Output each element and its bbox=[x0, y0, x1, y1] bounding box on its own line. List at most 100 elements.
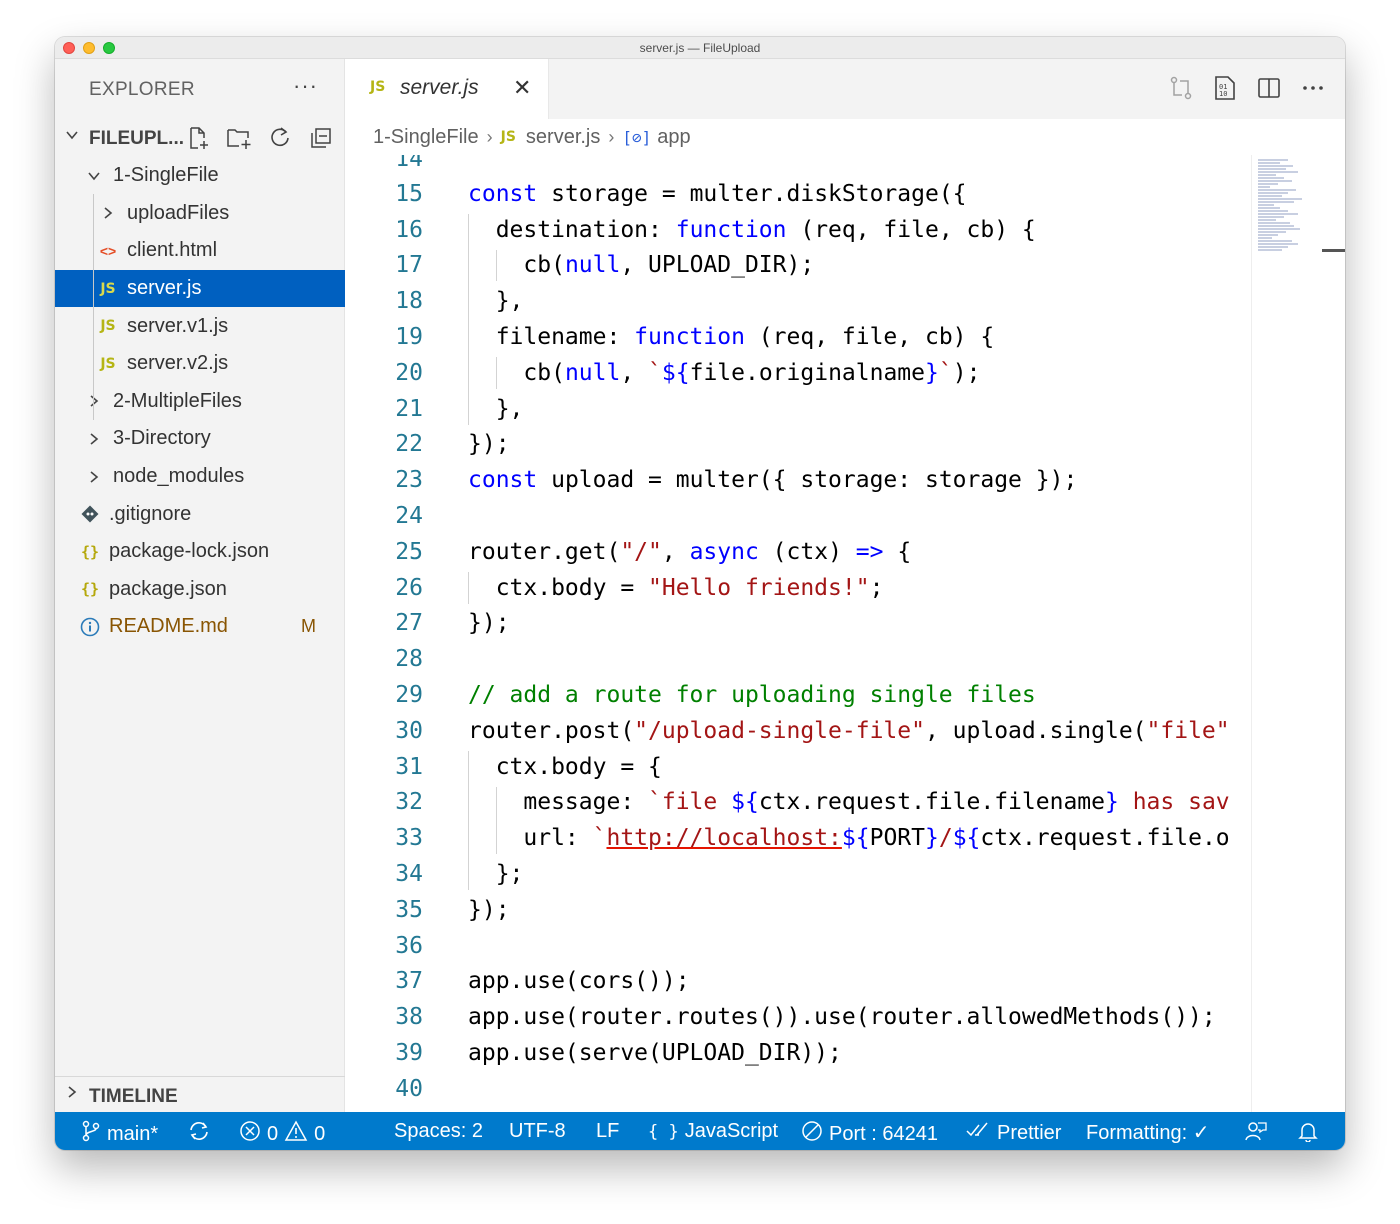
code-token: function bbox=[675, 216, 787, 243]
minimap-slider[interactable] bbox=[1322, 249, 1345, 252]
code-line: 19 filename: function (req, file, cb) { bbox=[345, 319, 1251, 355]
code-token: ` bbox=[938, 359, 953, 386]
new-file-icon[interactable] bbox=[183, 125, 213, 151]
split-editor-icon[interactable] bbox=[1255, 74, 1283, 102]
code-line: 39 app.use(serve(UPLOAD_DIR)); bbox=[345, 1035, 1251, 1071]
minimap-line bbox=[1258, 183, 1278, 185]
problems-status[interactable]: 0 0 bbox=[239, 1120, 325, 1148]
indentation-status[interactable]: Spaces: 2 bbox=[394, 1120, 483, 1143]
warning-count: 0 bbox=[314, 1122, 326, 1145]
tree-item-client-html[interactable]: <> client.html bbox=[55, 232, 345, 270]
indent-guide bbox=[468, 571, 469, 604]
tree-item-server-v2-js[interactable]: JS server.v2.js bbox=[55, 345, 345, 383]
breadcrumb-symbol[interactable]: app bbox=[657, 126, 690, 149]
line-number: 34 bbox=[395, 861, 423, 888]
js-file-icon: JS bbox=[100, 318, 116, 335]
code-token: filename: bbox=[468, 324, 635, 351]
code-token: }, bbox=[468, 395, 524, 422]
close-window-button[interactable] bbox=[63, 42, 75, 54]
refresh-icon[interactable] bbox=[265, 125, 295, 151]
line-number: 17 bbox=[395, 252, 423, 279]
prettier-status[interactable]: Prettier bbox=[965, 1120, 1061, 1146]
formatting-status[interactable]: Formatting: ✓ bbox=[1086, 1120, 1209, 1145]
code-line: 34 }; bbox=[345, 856, 1251, 892]
timeline-section[interactable]: TIMELINE bbox=[55, 1076, 345, 1112]
close-tab-icon[interactable]: ✕ bbox=[513, 75, 531, 101]
tree-item-label: package.json bbox=[109, 577, 227, 600]
tree-item-1-singlefile[interactable]: 1-SingleFile bbox=[55, 157, 345, 195]
code-token: ${ bbox=[731, 789, 759, 816]
tree-item-label: server.v2.js bbox=[127, 352, 229, 375]
code-token: }); bbox=[468, 610, 510, 637]
minimap-line bbox=[1258, 177, 1284, 179]
code-text: ctx.body = { bbox=[468, 754, 662, 780]
minimize-window-button[interactable] bbox=[83, 42, 95, 54]
code-line: 17 cb(null, UPLOAD_DIR); bbox=[345, 248, 1251, 284]
tree-item-package-json[interactable]: {} package.json bbox=[55, 571, 345, 609]
code-token: "Hello friends!" bbox=[648, 574, 870, 601]
tree-item-server-js[interactable]: JS server.js bbox=[55, 269, 345, 308]
code-text: app.use(router.routes()).use(router.allo… bbox=[468, 1004, 1216, 1030]
line-number: 16 bbox=[395, 216, 423, 243]
editor-actions: 01 10 bbox=[1167, 74, 1327, 102]
new-folder-icon[interactable] bbox=[224, 125, 254, 151]
html-file-icon: <> bbox=[99, 242, 117, 259]
port-icon bbox=[801, 1120, 823, 1148]
collapse-all-icon[interactable] bbox=[306, 125, 336, 151]
tree-item-package-lock-json[interactable]: {} package-lock.json bbox=[55, 533, 345, 571]
breadcrumb-file[interactable]: server.js bbox=[526, 126, 600, 149]
code-editor[interactable]: 14 15 const storage = multer.diskStorage(… bbox=[345, 155, 1251, 1112]
notifications-button[interactable] bbox=[1297, 1120, 1319, 1148]
indent-guide bbox=[468, 213, 469, 425]
minimap-line bbox=[1258, 234, 1278, 236]
code-token: (req, file, cb) { bbox=[744, 324, 995, 351]
js-file-icon: JS bbox=[100, 280, 116, 297]
zoom-window-button[interactable] bbox=[103, 42, 115, 54]
line-number: 40 bbox=[395, 1075, 423, 1102]
tree-item-server-v1-js[interactable]: JS server.v1.js bbox=[55, 307, 345, 345]
code-token: `file bbox=[648, 789, 732, 816]
json-file-icon: {} bbox=[80, 580, 100, 599]
tree-item-gitignore[interactable]: .gitignore bbox=[55, 495, 345, 533]
open-changes-icon[interactable] bbox=[1167, 74, 1195, 102]
language-status[interactable]: { } JavaScript bbox=[648, 1120, 778, 1143]
minimap-line bbox=[1258, 198, 1302, 200]
minimap-line bbox=[1258, 201, 1294, 203]
git-icon bbox=[79, 505, 101, 523]
code-line: 33 url: `http://localhost:${PORT}/${ctx.… bbox=[345, 820, 1251, 856]
sync-button[interactable] bbox=[187, 1120, 211, 1148]
tree-item-3-directory[interactable]: 3-Directory bbox=[55, 420, 345, 458]
more-actions-icon[interactable] bbox=[1299, 74, 1327, 102]
chevron-right-icon bbox=[83, 432, 105, 446]
more-actions-button[interactable]: ··· bbox=[293, 73, 318, 99]
breadcrumb-folder[interactable]: 1-SingleFile bbox=[373, 126, 479, 149]
open-preview-icon[interactable]: 01 10 bbox=[1211, 74, 1239, 102]
code-token: } bbox=[1105, 789, 1119, 816]
live-server-status[interactable]: Port : 64241 bbox=[801, 1120, 938, 1148]
code-text: message: `file ${ctx.request.file.filena… bbox=[468, 789, 1229, 816]
minimap-line bbox=[1258, 210, 1288, 212]
tree-item-node-modules[interactable]: node_modules bbox=[55, 458, 345, 496]
editor-tab-bar: JS server.js ✕ 01 10 bbox=[345, 59, 1345, 119]
code-text: }, bbox=[468, 395, 524, 422]
eol-status[interactable]: LF bbox=[596, 1120, 619, 1143]
code-token: destination: bbox=[468, 216, 676, 243]
branch-status[interactable]: main* bbox=[81, 1120, 158, 1148]
tree-item-uploadfiles[interactable]: uploadFiles bbox=[55, 195, 345, 233]
code-text: // add a route for uploading single file… bbox=[468, 682, 1036, 708]
minimap[interactable] bbox=[1251, 155, 1345, 1112]
chevron-right-icon: › bbox=[486, 126, 493, 147]
chevron-right-icon bbox=[97, 206, 119, 220]
line-number: 32 bbox=[395, 789, 423, 816]
indent-guide bbox=[93, 194, 94, 420]
line-number: 22 bbox=[395, 431, 423, 458]
feedback-button[interactable] bbox=[1244, 1120, 1268, 1148]
line-number: 30 bbox=[395, 717, 423, 744]
tree-item-readme-md[interactable]: README.md M bbox=[55, 608, 345, 646]
code-token: app.use(cors()); bbox=[468, 968, 690, 995]
tree-item-2-multiplefiles[interactable]: 2-MultipleFiles bbox=[55, 383, 345, 421]
encoding-status[interactable]: UTF-8 bbox=[509, 1120, 566, 1143]
tab-server-js[interactable]: JS server.js ✕ bbox=[345, 59, 549, 119]
timeline-label: TIMELINE bbox=[89, 1086, 178, 1107]
workspace-root[interactable]: FILEUPL... bbox=[55, 119, 345, 157]
